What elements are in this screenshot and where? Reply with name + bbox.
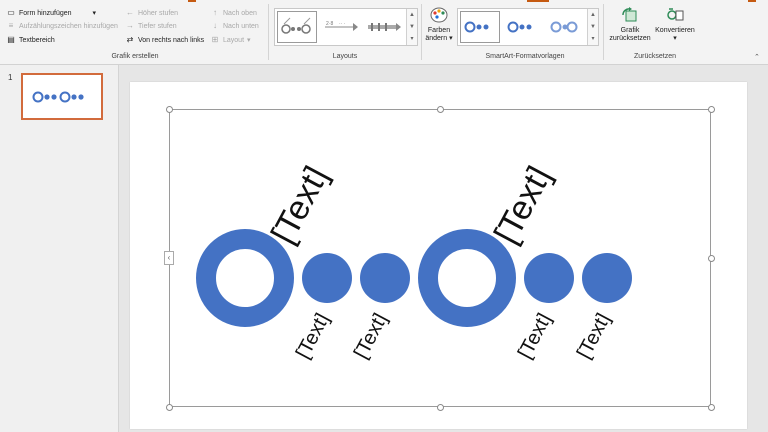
- right-to-left-button[interactable]: ⇄ Von rechts nach links: [125, 35, 205, 44]
- scroll-down-icon[interactable]: ▼: [407, 21, 417, 33]
- text-pane-button[interactable]: ▤ Textbereich: [6, 36, 55, 44]
- svg-text:2·8: 2·8: [326, 21, 333, 27]
- style-option-moderate[interactable]: [546, 11, 586, 43]
- scroll-down-icon[interactable]: ▼: [588, 21, 598, 33]
- group-label-create-graphic: Grafik erstellen: [111, 53, 159, 60]
- divider: [421, 4, 422, 60]
- layout-option-arrow[interactable]: 2·8 ·· ·: [320, 11, 360, 43]
- add-shape-icon: ▭: [7, 8, 15, 17]
- promote-button[interactable]: ← Höher stufen: [125, 9, 178, 17]
- resize-handle[interactable]: [166, 404, 173, 411]
- tab-indicator: [188, 0, 196, 2]
- smartart-dot[interactable]: [524, 253, 574, 303]
- styles-gallery: ▲ ▼ ▾: [457, 8, 599, 46]
- reset-graphic-button[interactable]: Grafik zurücksetzen: [607, 6, 653, 43]
- demote-button[interactable]: → Tiefer stufen: [125, 22, 177, 30]
- text-pane-toggle[interactable]: ‹: [164, 251, 174, 265]
- arrow-right-icon: →: [126, 21, 134, 30]
- ribbon: ▭ Form hinzufügen ▾ ≡ Aufzählungszeichen…: [0, 0, 768, 65]
- layout-icon: ⊞: [211, 35, 219, 44]
- scroll-up-icon[interactable]: ▲: [588, 9, 598, 21]
- style-thumb-icon: [507, 21, 532, 33]
- svg-text:·· ·: ·· ·: [339, 21, 346, 27]
- tab-indicator: [527, 0, 549, 2]
- group-label-layouts: Layouts: [332, 53, 358, 60]
- arrow-left-icon: ←: [126, 8, 134, 17]
- chevron-down-icon: ▾: [247, 37, 251, 44]
- layout-thumb-icon: [281, 17, 311, 34]
- group-label-smartart-styles: SmartArt-Formatvorlagen: [485, 53, 565, 60]
- layouts-gallery-scroll[interactable]: ▲ ▼ ▾: [406, 9, 417, 45]
- resize-handle[interactable]: [708, 106, 715, 113]
- move-down-button[interactable]: ↓ Nach unten: [210, 22, 259, 30]
- style-thumb-icon: [550, 21, 578, 33]
- smartart-dot[interactable]: [302, 253, 352, 303]
- resize-handle[interactable]: [708, 255, 715, 262]
- chevron-down-icon: ▾: [673, 35, 677, 42]
- layout-thumb-icon: [368, 23, 401, 31]
- layout-option-chevrons[interactable]: [363, 11, 403, 43]
- reset-graphic-icon: [622, 7, 637, 22]
- bullet-icon: ≡: [8, 21, 14, 30]
- style-option-flat[interactable]: [460, 11, 500, 43]
- scroll-up-icon[interactable]: ▲: [407, 9, 417, 21]
- text-pane-icon: ▤: [7, 35, 15, 44]
- arrow-up-icon: ↑: [213, 8, 217, 17]
- smartart-dot[interactable]: [360, 253, 410, 303]
- style-thumb-icon: [464, 21, 489, 33]
- resize-handle[interactable]: [437, 106, 444, 113]
- arrow-down-icon: ↓: [213, 21, 217, 30]
- divider: [603, 4, 604, 60]
- slide-number: 1: [8, 73, 13, 82]
- more-icon[interactable]: ▾: [588, 33, 598, 45]
- more-icon[interactable]: ▾: [407, 33, 417, 45]
- tab-indicator: [748, 0, 756, 2]
- chevron-down-icon: ▾: [92, 10, 97, 17]
- move-up-button[interactable]: ↑ Nach oben: [210, 9, 257, 17]
- chevron-down-icon: ▾: [449, 35, 453, 42]
- layout-button[interactable]: ⊞ Layout ▾: [210, 35, 251, 45]
- group-label-reset: Zurücksetzen: [633, 53, 677, 60]
- smartart-ring[interactable]: [418, 229, 516, 327]
- smartart-dot[interactable]: [582, 253, 632, 303]
- resize-handle[interactable]: [437, 404, 444, 411]
- convert-button[interactable]: Konvertieren ▾: [653, 6, 697, 43]
- palette-icon: [430, 7, 448, 23]
- styles-gallery-scroll[interactable]: ▲ ▼ ▾: [587, 9, 598, 45]
- slide-thumbnail[interactable]: [21, 73, 103, 120]
- layout-option-circles[interactable]: [277, 11, 317, 43]
- swap-icon: ⇄: [126, 35, 134, 44]
- slide-thumbnail-preview: [32, 91, 84, 103]
- collapse-ribbon-icon[interactable]: ⌃: [754, 53, 760, 61]
- layouts-gallery: 2·8 ·· · ▲ ▼ ▾: [274, 8, 418, 46]
- add-shape-button[interactable]: ▭ Form hinzufügen ▾: [6, 8, 97, 18]
- divider: [268, 4, 269, 60]
- convert-icon: [667, 8, 684, 21]
- change-colors-button[interactable]: Farben ändern ▾: [425, 6, 453, 43]
- layout-thumb-icon: 2·8 ·· ·: [325, 21, 358, 31]
- style-option-subtle[interactable]: [503, 11, 543, 43]
- smartart-ring[interactable]: [196, 229, 294, 327]
- resize-handle[interactable]: [166, 106, 173, 113]
- add-bullet-button[interactable]: ≡ Aufzählungszeichen hinzufügen: [6, 22, 118, 30]
- resize-handle[interactable]: [708, 404, 715, 411]
